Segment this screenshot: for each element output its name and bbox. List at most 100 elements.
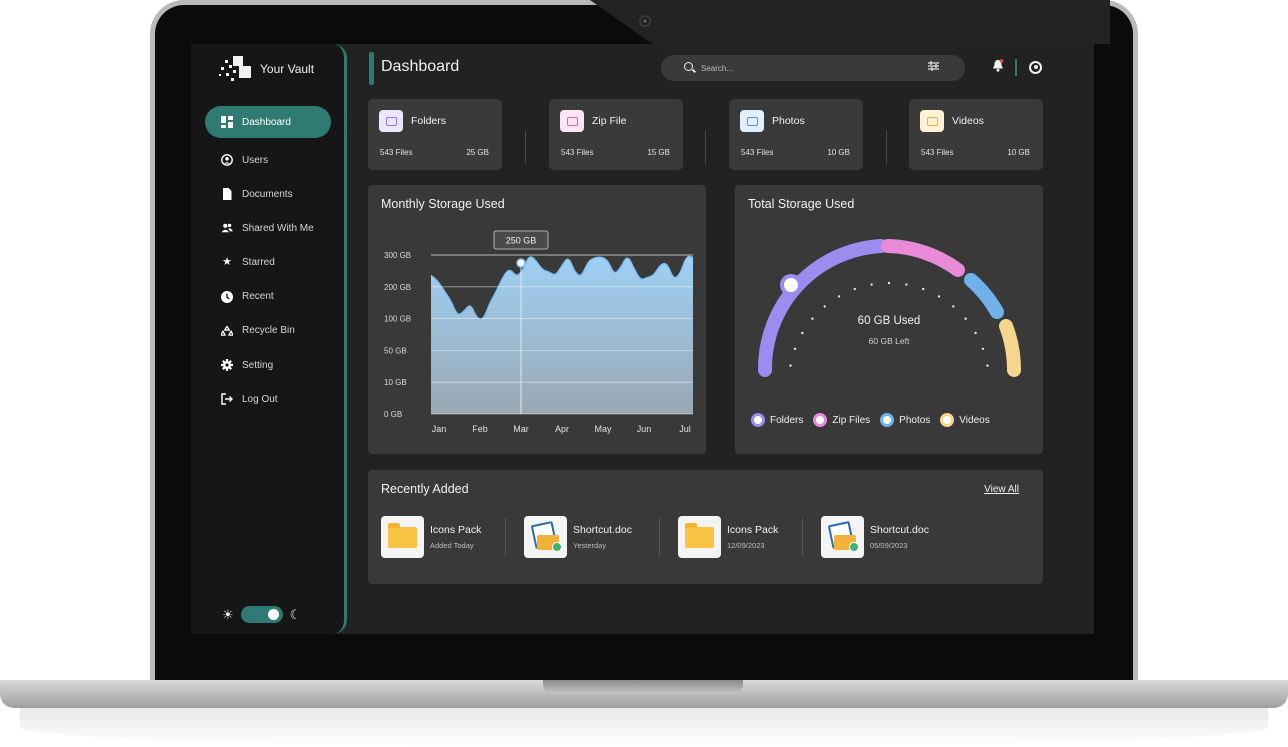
recent-item-name: Icons Pack xyxy=(430,524,482,536)
recent-item-date: Yesterday xyxy=(573,541,607,550)
header-divider xyxy=(1015,59,1017,76)
theme-toggle[interactable]: ☀ ☾ xyxy=(222,606,301,623)
recent-item-date: Added Today xyxy=(430,541,474,550)
gauge-knob xyxy=(780,274,802,296)
legend-item-videos: Videos xyxy=(940,413,990,427)
recently-added-panel: Recently Added View All Icons Pack Added… xyxy=(368,470,1043,584)
sidebar-item-recent[interactable]: Recent xyxy=(205,281,331,313)
dashboard-screen: Your Vault Dashboard Users Documents Sha… xyxy=(191,44,1094,634)
bell-icon[interactable] xyxy=(992,59,1004,75)
category-file-count: 543 Files xyxy=(921,148,954,157)
gear-icon xyxy=(221,359,233,372)
sidebar-item-label: Starred xyxy=(242,257,275,269)
gauge-dot xyxy=(974,331,977,335)
video-icon xyxy=(920,110,944,132)
sun-icon: ☀ xyxy=(222,606,234,622)
sidebar-item-dashboard[interactable]: Dashboard xyxy=(205,106,331,138)
category-size: 10 GB xyxy=(827,148,850,157)
y-tick-label: 50 GB xyxy=(384,346,407,355)
category-card-photos[interactable]: Photos 543 Files 10 GB xyxy=(729,99,863,170)
sidebar-item-log-out[interactable]: Log Out xyxy=(205,383,331,415)
doc-thumbnail xyxy=(524,516,567,558)
folder-icon xyxy=(685,523,714,548)
legend-label: Videos xyxy=(959,414,990,426)
gauge-dot xyxy=(981,347,985,350)
laptop-shadow xyxy=(20,708,1268,747)
recent-item[interactable]: Icons Pack Added Today xyxy=(381,516,481,558)
sidebar-item-label: Recent xyxy=(242,291,274,303)
gauge-segment-folders xyxy=(757,239,888,377)
y-tick-label: 100 GB xyxy=(384,315,411,324)
recent-item[interactable]: Shortcut.doc Yesterday xyxy=(524,516,632,558)
sidebar-item-shared-with-me[interactable]: Shared With Me xyxy=(205,212,331,244)
category-divider xyxy=(886,131,887,164)
recent-item[interactable]: Icons Pack 12/09/2023 xyxy=(678,516,778,558)
view-all-link[interactable]: View All xyxy=(984,484,1019,495)
user-avatar-icon[interactable] xyxy=(1029,61,1042,74)
gauge-dot xyxy=(853,287,856,291)
category-name: Photos xyxy=(772,115,805,127)
shared-users-icon xyxy=(221,222,233,234)
sidebar-item-label: Users xyxy=(242,154,269,166)
y-tick-label: 0 GB xyxy=(384,410,402,419)
folder-thumbnail xyxy=(381,516,424,558)
sidebar-nav: Dashboard Users Documents Shared With Me… xyxy=(205,106,331,418)
legend-dot xyxy=(940,413,955,427)
category-size: 25 GB xyxy=(466,148,489,157)
category-size: 10 GB xyxy=(1007,148,1030,157)
gauge-dot xyxy=(937,295,941,298)
area-chart[interactable]: 300 GB 200 GB 100 GB 50 GB 10 GB 0 GB Jan Feb Ma… xyxy=(368,185,706,454)
sidebar-item-setting[interactable]: Setting xyxy=(205,349,331,381)
moon-icon: ☾ xyxy=(289,606,302,622)
photo-icon xyxy=(740,110,764,132)
lid-reflection xyxy=(590,0,1110,44)
search-input[interactable] xyxy=(701,60,901,76)
title-accent xyxy=(369,52,374,85)
sidebar-item-documents[interactable]: Documents xyxy=(205,178,331,210)
recent-item[interactable]: Shortcut.doc 05/09/2023 xyxy=(821,516,929,558)
filter-icon[interactable] xyxy=(928,61,939,74)
sidebar-item-label: Log Out xyxy=(242,393,278,405)
sidebar-item-users[interactable]: Users xyxy=(205,144,331,176)
page-title: Dashboard xyxy=(381,58,460,75)
search-icon xyxy=(684,62,693,71)
theme-switch[interactable] xyxy=(240,606,283,623)
sidebar-item-label: Recycle Bin xyxy=(242,325,295,337)
x-tick-label: Apr xyxy=(555,424,569,434)
legend-item-photos: Photos xyxy=(880,413,930,427)
folder-icon xyxy=(388,523,417,548)
x-tick-label: Feb xyxy=(472,424,488,434)
vault-logo-icon xyxy=(219,56,251,82)
clock-icon xyxy=(221,290,233,303)
legend-dot xyxy=(813,413,828,427)
category-card-folders[interactable]: Folders 543 Files 25 GB xyxy=(368,99,502,170)
x-tick-label: Mar xyxy=(513,424,529,434)
recycle-icon xyxy=(221,325,233,337)
sidebar-item-label: Shared With Me xyxy=(242,222,314,234)
legend-label: Zip Files xyxy=(832,414,871,426)
legend-item-zip-files: Zip Files xyxy=(813,413,870,427)
category-card-zip-file[interactable]: Zip File 543 Files 15 GB xyxy=(549,99,683,170)
gauge-segment-photos xyxy=(964,273,1004,319)
folder-icon xyxy=(379,110,403,132)
laptop-notch xyxy=(543,680,743,694)
gauge-legend: Folders Zip Files Photos Videos xyxy=(751,413,1000,427)
sidebar-item-starred[interactable]: ★ Starred xyxy=(205,247,331,279)
check-icon xyxy=(849,542,859,552)
sidebar-item-recycle-bin[interactable]: Recycle Bin xyxy=(205,315,331,347)
legend-dot xyxy=(880,413,895,427)
category-card-videos[interactable]: Videos 543 Files 10 GB xyxy=(909,99,1043,170)
category-name: Videos xyxy=(952,115,984,127)
y-tick-label: 200 GB xyxy=(384,283,411,292)
sidebar-item-label: Dashboard xyxy=(242,116,291,128)
sidebar-item-label: Documents xyxy=(242,188,293,200)
category-name: Zip File xyxy=(592,115,627,127)
document-icon xyxy=(221,188,233,201)
laptop-mockup: Your Vault Dashboard Users Documents Sha… xyxy=(0,0,1288,747)
search-bar[interactable] xyxy=(661,55,965,81)
folder-thumbnail xyxy=(678,516,721,558)
recent-divider xyxy=(659,518,660,556)
brand[interactable]: Your Vault xyxy=(219,56,314,82)
gauge-segment-videos xyxy=(999,319,1022,377)
star-icon: ★ xyxy=(222,256,232,269)
